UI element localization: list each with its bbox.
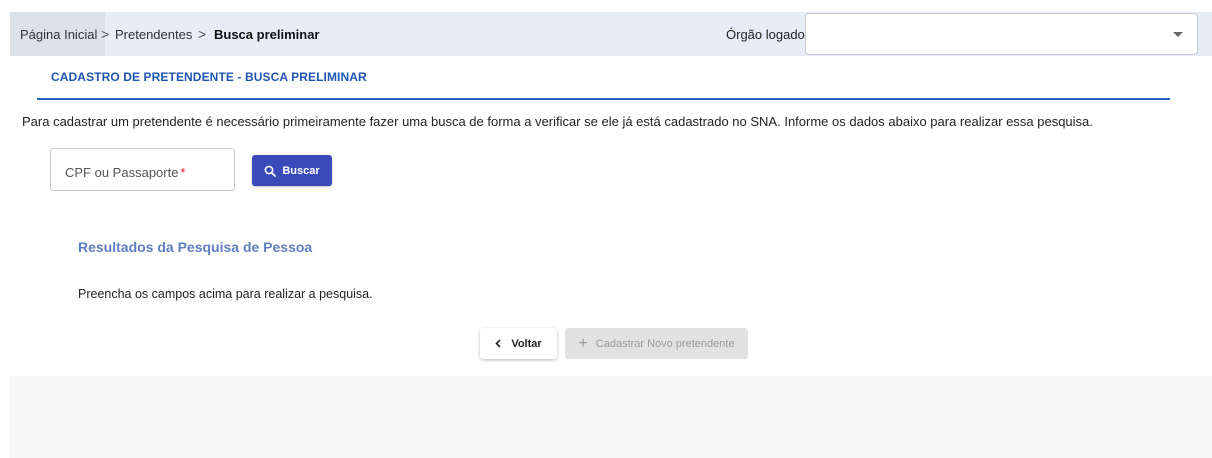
cadastrar-novo-pretendente-button[interactable]: + Cadastrar Novo pretendente <box>565 328 748 359</box>
breadcrumb-item-home[interactable]: Página Inicial <box>10 12 106 56</box>
breadcrumb-item-current: Busca preliminar <box>214 26 320 42</box>
cpf-passaporte-input[interactable] <box>51 149 234 190</box>
intro-text: Para cadastrar um pretendente é necessár… <box>22 114 1093 129</box>
caret-down-icon <box>1173 32 1183 37</box>
buscar-label: Buscar <box>282 164 320 177</box>
cadastrar-label: Cadastrar Novo pretendente <box>595 337 735 350</box>
breadcrumb-item-pretendentes[interactable]: Pretendentes <box>115 12 192 56</box>
footer-area <box>10 376 1212 458</box>
cpf-passaporte-field[interactable]: CPF ou Passaporte * <box>50 148 235 191</box>
buscar-button[interactable]: Buscar <box>252 155 332 186</box>
plus-icon: + <box>578 334 588 352</box>
org-select[interactable] <box>805 13 1198 55</box>
chevron-left-icon <box>495 339 501 348</box>
search-icon <box>264 165 277 177</box>
top-bar: Página Inicial > Pretendentes > Busca pr… <box>10 12 1212 56</box>
voltar-button[interactable]: Voltar <box>480 328 557 359</box>
results-title: Resultados da Pesquisa de Pessoa <box>78 239 313 255</box>
breadcrumb-separator: > <box>198 26 207 42</box>
org-label: Órgão logado <box>726 26 805 42</box>
section-title: CADASTRO DE PRETENDENTE - BUSCA PRELIMIN… <box>51 70 367 84</box>
results-empty-message: Preencha os campos acima para realizar a… <box>78 287 373 301</box>
breadcrumb-separator: > <box>101 26 110 42</box>
voltar-label: Voltar <box>511 337 542 350</box>
section-divider <box>37 98 1170 100</box>
